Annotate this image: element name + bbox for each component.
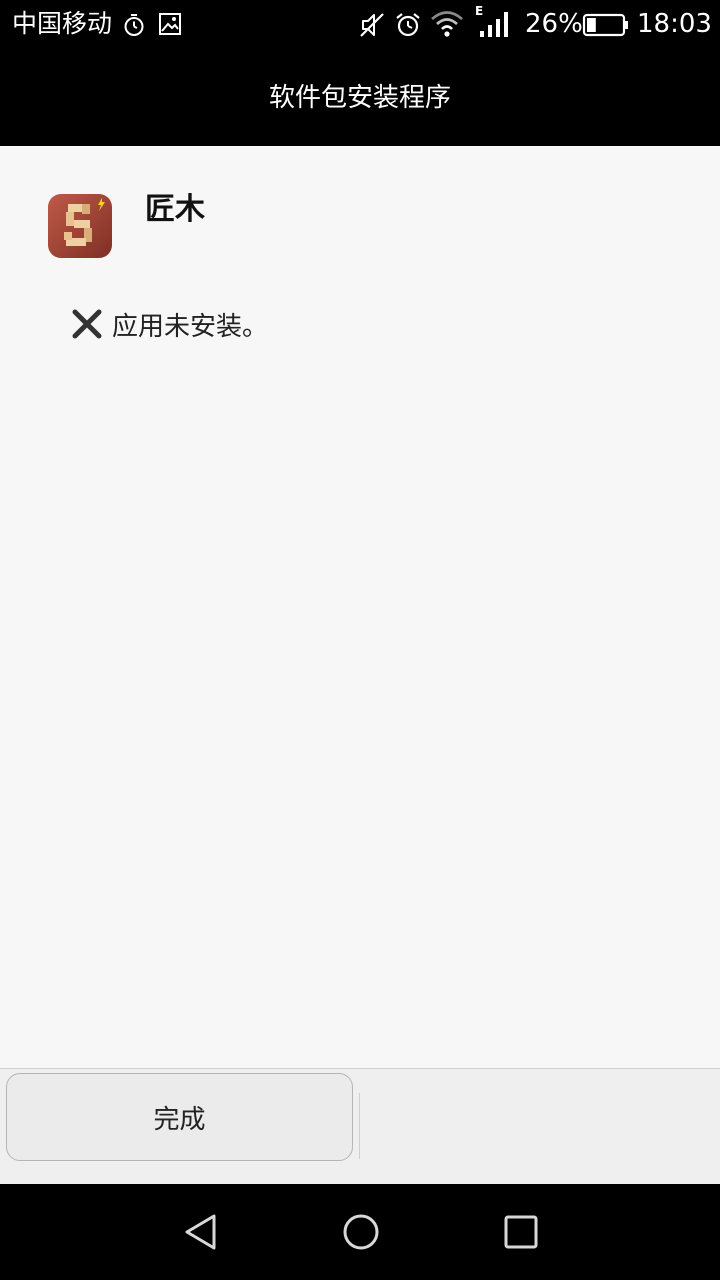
battery-percent: 26% xyxy=(525,9,583,39)
home-circle-icon[interactable] xyxy=(341,1212,381,1252)
wifi-icon xyxy=(431,11,463,37)
mute-icon xyxy=(360,13,384,37)
button-divider xyxy=(359,1093,360,1159)
app-icon-jiangmu xyxy=(48,194,112,258)
page-title: 软件包安装程序 xyxy=(268,83,451,113)
install-status-row: 应用未安装。 xyxy=(70,304,268,344)
action-bar: 软件包安装程序 xyxy=(0,50,720,146)
install-status-message: 应用未安装。 xyxy=(112,311,269,342)
app-name: 匠木 xyxy=(145,192,205,227)
button-bar: 完成 xyxy=(0,1068,720,1184)
carrier-label: 中国移动 xyxy=(12,9,113,38)
install-result-panel: 匠木 应用未安装。 xyxy=(0,146,720,1068)
close-x-icon xyxy=(72,309,102,339)
clock: 18:03 xyxy=(637,9,712,39)
cellular-signal-icon xyxy=(480,12,508,37)
stopwatch-icon xyxy=(124,14,144,36)
done-button[interactable]: 完成 xyxy=(6,1073,353,1161)
recent-square-icon[interactable] xyxy=(501,1212,541,1252)
back-triangle-icon[interactable] xyxy=(181,1212,221,1252)
navigation-bar xyxy=(0,1184,720,1280)
alarm-icon xyxy=(396,13,420,37)
gallery-icon xyxy=(159,13,181,35)
battery-icon xyxy=(582,13,628,37)
status-bar: 中国移动 E 26% 18:03 xyxy=(0,0,720,50)
